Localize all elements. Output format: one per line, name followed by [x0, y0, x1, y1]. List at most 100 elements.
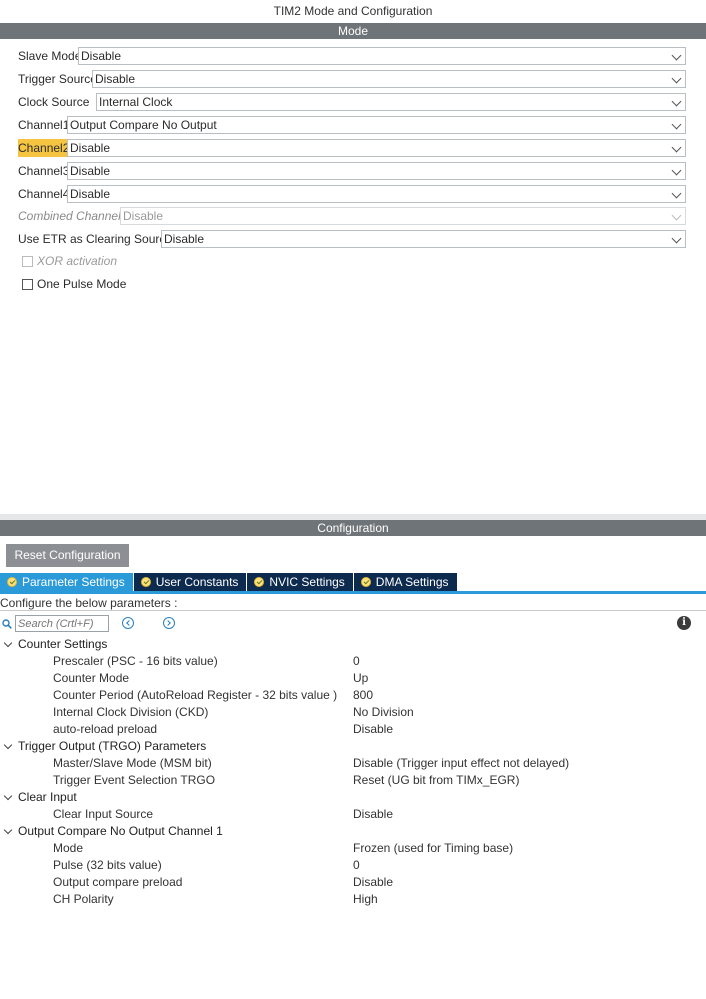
one-pulse-mode-row[interactable]: One Pulse Mode [22, 276, 126, 292]
param-name: Master/Slave Mode (MSM bit) [53, 756, 212, 770]
mode-row-channel1: Channel1 Output Compare No Output [18, 116, 686, 134]
mode-section-bar: Mode [0, 23, 706, 39]
search-input[interactable] [15, 615, 109, 632]
param-row[interactable]: Pulse (32 bits value) 0 [0, 857, 706, 874]
channel3-label: Channel3 [18, 164, 70, 178]
param-value[interactable]: Disable [353, 874, 393, 891]
one-pulse-mode-checkbox[interactable] [22, 278, 33, 290]
chevron-down-icon [671, 210, 682, 221]
combined-channels-select: Disable [120, 207, 686, 225]
param-row[interactable]: Master/Slave Mode (MSM bit) Disable (Tri… [0, 755, 706, 772]
parameter-tree: Counter Settings Prescaler (PSC - 16 bit… [0, 636, 706, 908]
param-value[interactable]: 0 [353, 857, 360, 874]
param-value[interactable]: Disable [353, 721, 393, 738]
tab-user-constants[interactable]: User Constants [133, 573, 247, 591]
channel1-label: Channel1 [18, 118, 70, 132]
combined-channels-value: Disable [123, 209, 164, 223]
channel2-select[interactable]: Disable [67, 139, 686, 157]
configure-instructions: Configure the below parameters : [0, 596, 178, 610]
param-row[interactable]: auto-reload preload Disable [0, 721, 706, 738]
param-row[interactable]: Trigger Event Selection TRGO Reset (UG b… [0, 772, 706, 789]
param-value[interactable]: High [353, 891, 378, 908]
check-circle-icon [254, 577, 265, 587]
group-counter-settings[interactable]: Counter Settings [0, 636, 706, 653]
group-label: Output Compare No Output Channel 1 [18, 824, 223, 838]
param-row[interactable]: Counter Period (AutoReload Register - 32… [0, 687, 706, 704]
channel4-select[interactable]: Disable [67, 185, 686, 203]
param-name: auto-reload preload [53, 722, 158, 736]
config-tabs: Parameter Settings User Constants NVIC S… [0, 573, 458, 591]
param-value[interactable]: Reset (UG bit from TIMx_EGR) [353, 772, 519, 789]
xor-activation-label: XOR activation [37, 254, 118, 268]
reset-configuration-button[interactable]: Reset Configuration [6, 544, 129, 567]
next-icon[interactable] [163, 617, 175, 629]
param-row[interactable]: Clear Input Source Disable [0, 806, 706, 823]
param-row[interactable]: Internal Clock Division (CKD) No Divisio… [0, 704, 706, 721]
channel1-select[interactable]: Output Compare No Output [67, 116, 686, 134]
trigger-source-value: Disable [95, 72, 136, 86]
xor-activation-row: XOR activation [22, 253, 117, 269]
check-circle-icon [140, 577, 151, 587]
param-value[interactable]: Up [353, 670, 368, 687]
chevron-down-icon [671, 233, 682, 244]
tab-dma-settings[interactable]: DMA Settings [353, 573, 457, 591]
combined-channels-label: Combined Channels [18, 209, 127, 223]
group-trigger-output[interactable]: Trigger Output (TRGO) Parameters [0, 738, 706, 755]
param-name: Counter Period (AutoReload Register - 32… [53, 688, 338, 702]
chevron-down-icon [671, 188, 682, 199]
param-value[interactable]: Disable [353, 806, 393, 823]
param-row[interactable]: Counter Mode Up [0, 670, 706, 687]
use-etr-value: Disable [164, 232, 205, 246]
chevron-down-icon [671, 96, 682, 107]
param-value[interactable]: No Division [353, 704, 414, 721]
use-etr-select[interactable]: Disable [161, 230, 686, 248]
tab-label: DMA Settings [375, 575, 449, 589]
previous-icon[interactable] [122, 617, 134, 629]
slave-mode-value: Disable [81, 49, 122, 63]
check-circle-icon [7, 577, 17, 587]
channel4-label: Channel4 [18, 187, 70, 201]
group-output-compare[interactable]: Output Compare No Output Channel 1 [0, 823, 706, 840]
param-name: Clear Input Source [53, 807, 154, 821]
group-clear-input[interactable]: Clear Input [0, 789, 706, 806]
param-name: CH Polarity [53, 892, 114, 906]
param-value[interactable]: 0 [353, 653, 360, 670]
param-name: Internal Clock Division (CKD) [53, 705, 209, 719]
param-row[interactable]: CH Polarity High [0, 891, 706, 908]
config-section-bar: Configuration [0, 520, 706, 536]
mode-row-channel2: Channel2 Disable [18, 139, 686, 157]
channel2-label: Channel2 [18, 139, 70, 157]
group-label: Clear Input [18, 790, 77, 804]
trigger-source-label: Trigger Source [18, 72, 97, 86]
chevron-down-icon[interactable] [3, 791, 13, 801]
chevron-down-icon [671, 119, 682, 130]
tab-label: User Constants [155, 575, 239, 589]
param-row[interactable]: Prescaler (PSC - 16 bits value) 0 [0, 653, 706, 670]
mode-row-channel4: Channel4 Disable [18, 185, 686, 203]
use-etr-label: Use ETR as Clearing Source [18, 232, 173, 246]
param-value[interactable]: Frozen (used for Timing base) [353, 840, 513, 857]
chevron-down-icon[interactable] [3, 638, 13, 648]
chevron-down-icon[interactable] [3, 740, 13, 750]
slave-mode-label: Slave Mode [18, 49, 82, 63]
slave-mode-select[interactable]: Disable [78, 47, 686, 65]
check-circle-icon [360, 577, 371, 587]
channel2-value: Disable [70, 141, 111, 155]
chevron-down-icon [671, 73, 682, 84]
info-icon[interactable]: i [677, 616, 691, 630]
clock-source-select[interactable]: Internal Clock [96, 93, 686, 111]
tab-parameter-settings[interactable]: Parameter Settings [0, 573, 133, 591]
tab-underline [0, 591, 706, 594]
param-name: Prescaler (PSC - 16 bits value) [53, 654, 218, 668]
tab-label: Parameter Settings [22, 575, 125, 589]
channel3-value: Disable [70, 164, 111, 178]
param-value[interactable]: 800 [353, 687, 373, 704]
tab-nvic-settings[interactable]: NVIC Settings [247, 573, 353, 591]
param-name: Output compare preload [53, 875, 183, 889]
chevron-down-icon[interactable] [3, 825, 13, 835]
param-value[interactable]: Disable (Trigger input effect not delaye… [353, 755, 569, 772]
trigger-source-select[interactable]: Disable [92, 70, 686, 88]
param-row[interactable]: Mode Frozen (used for Timing base) [0, 840, 706, 857]
param-row[interactable]: Output compare preload Disable [0, 874, 706, 891]
channel3-select[interactable]: Disable [67, 162, 686, 180]
